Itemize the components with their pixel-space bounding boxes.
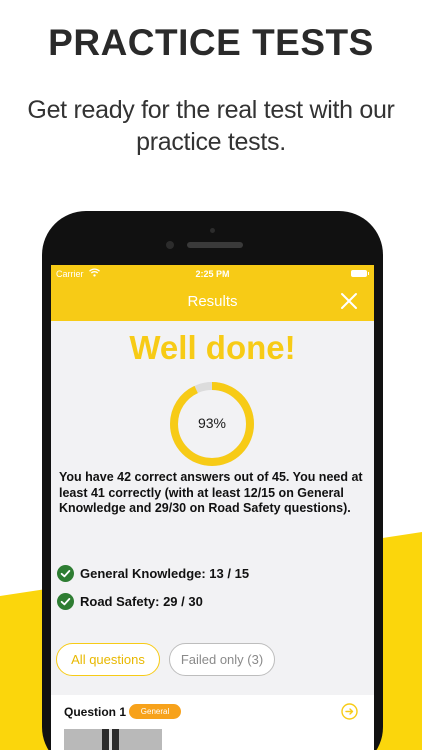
question-title: Question 1 [64, 705, 127, 719]
filter-failed-only[interactable]: Failed only (3) [169, 643, 275, 676]
promo-headline: PRACTICE TESTS [48, 22, 374, 63]
status-time: 2:25 PM [195, 269, 230, 279]
road-lane [102, 729, 109, 750]
score-road-safety: Road Safety: 29 / 30 [57, 591, 357, 611]
score-percent: 93% [197, 415, 227, 431]
arrow-right-circle-icon[interactable] [341, 703, 358, 720]
question-card[interactable]: Question 1 General [51, 695, 374, 750]
result-summary: You have 42 correct answers out of 45. Y… [59, 470, 363, 515]
score-label: General Knowledge: 13 / 15 [80, 565, 250, 581]
front-camera [166, 241, 174, 249]
app-header: Carrier 2:25 PM Results [51, 265, 374, 321]
category-badge: General [129, 704, 181, 719]
page-title: Results [187, 293, 238, 310]
score-general-knowledge: General Knowledge: 13 / 15 [57, 563, 357, 583]
result-heading: Well done! [129, 329, 296, 366]
question-image [64, 729, 162, 750]
sensor-dot [210, 228, 215, 233]
close-icon[interactable] [340, 292, 358, 310]
status-bar: Carrier 2:25 PM [51, 265, 374, 283]
check-circle-icon [57, 564, 74, 582]
phone-screen: Carrier 2:25 PM Results Well done! 93% Y… [51, 265, 374, 750]
check-circle-icon [57, 592, 74, 610]
battery-icon [351, 270, 369, 277]
road-lane [112, 729, 119, 750]
promo-subline: Get ready for the real test with our pra… [27, 96, 395, 156]
earpiece-speaker [187, 242, 243, 248]
score-label: Road Safety: 29 / 30 [80, 593, 203, 609]
filter-all-questions[interactable]: All questions [56, 643, 160, 676]
